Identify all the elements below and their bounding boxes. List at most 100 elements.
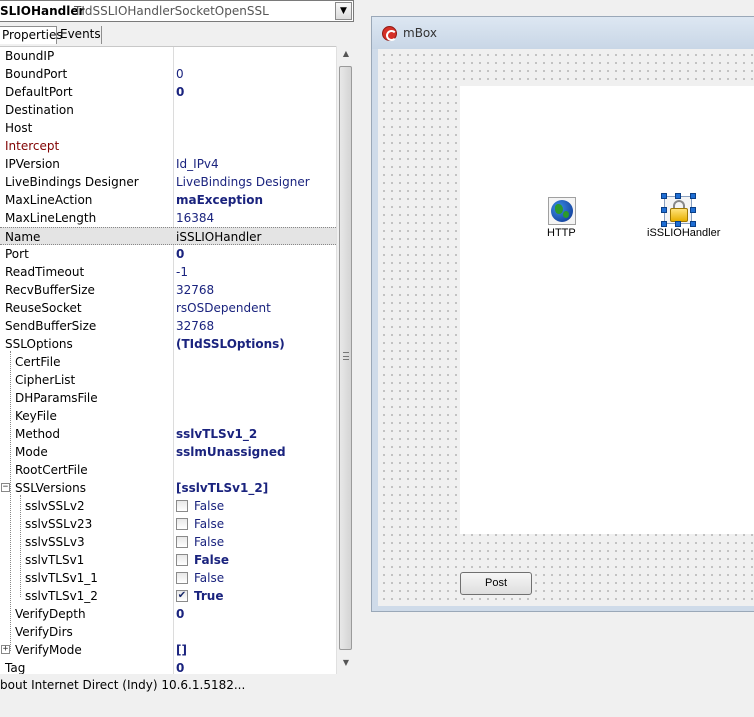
component-name: SLIOHandler — [0, 4, 85, 18]
property-name: DefaultPort — [5, 85, 73, 99]
property-row[interactable]: Mode sslmUnassigned — [0, 443, 336, 461]
property-checkbox[interactable] — [176, 572, 188, 584]
property-row[interactable]: IPVersion Id_IPv4 — [0, 155, 336, 173]
tab-properties[interactable]: Properties — [0, 26, 63, 44]
scroll-down-icon[interactable]: ▼ — [340, 658, 352, 670]
resize-handle-w[interactable] — [661, 207, 667, 213]
property-value[interactable]: [sslvTLSv1_2] — [176, 479, 268, 497]
property-row[interactable]: BoundPort 0 — [0, 65, 336, 83]
property-row[interactable]: Host — [0, 119, 336, 137]
property-row[interactable]: Tag 0 — [0, 659, 336, 674]
property-value[interactable]: sslvTLSv1_2 — [176, 425, 257, 443]
http-component[interactable] — [548, 197, 576, 225]
property-row[interactable]: + VerifyMode [] — [0, 641, 336, 659]
property-row[interactable]: sslvTLSv1 False — [0, 551, 336, 569]
ssl-handler-component[interactable] — [664, 196, 692, 224]
property-value: False — [194, 499, 225, 513]
collapse-icon[interactable]: − — [1, 483, 10, 492]
property-value[interactable]: 0 — [176, 659, 184, 674]
property-row[interactable]: SendBufferSize 32768 — [0, 317, 336, 335]
property-row[interactable]: sslvTLSv1_1 False — [0, 569, 336, 587]
property-value[interactable]: iSSLIOHandler — [176, 228, 262, 246]
property-row[interactable]: CipherList — [0, 371, 336, 389]
property-row[interactable]: ReadTimeout -1 — [0, 263, 336, 281]
property-checkbox[interactable] — [176, 518, 188, 530]
property-name: VerifyDirs — [15, 625, 73, 639]
property-value[interactable]: 32768 — [176, 317, 214, 335]
property-row[interactable]: − SSLVersions [sslvTLSv1_2] — [0, 479, 336, 497]
property-value[interactable]: 16384 — [176, 209, 214, 227]
property-value[interactable]: maException — [176, 191, 263, 209]
property-row[interactable]: DefaultPort 0 — [0, 83, 336, 101]
property-checkbox[interactable] — [176, 500, 188, 512]
property-row[interactable]: sslvSSLv3 False — [0, 533, 336, 551]
property-row[interactable]: BoundIP — [0, 47, 336, 65]
scroll-up-icon[interactable]: ▲ — [340, 49, 352, 61]
scrollbar-thumb[interactable] — [339, 66, 352, 650]
form-title-bar[interactable]: mBox — [372, 17, 754, 49]
resize-handle-ne[interactable] — [690, 193, 696, 199]
expand-icon[interactable]: + — [1, 645, 10, 654]
chevron-down-icon[interactable]: ▼ — [335, 2, 352, 20]
ssl-handler-component-label: iSSLIOHandler — [647, 227, 721, 239]
property-value[interactable]: 0 — [176, 83, 184, 101]
property-value[interactable]: (TIdSSLOptions) — [176, 335, 285, 353]
property-name: Name — [5, 230, 41, 244]
property-value[interactable]: [] — [176, 641, 187, 659]
web-browser-panel[interactable] — [460, 86, 754, 534]
property-value[interactable]: 0 — [176, 605, 184, 623]
property-row[interactable]: LiveBindings Designer LiveBindings Design… — [0, 173, 336, 191]
property-row[interactable]: VerifyDepth 0 — [0, 605, 336, 623]
property-value[interactable]: rsOSDependent — [176, 299, 271, 317]
property-row[interactable]: MaxLineLength 16384 — [0, 209, 336, 227]
property-row[interactable]: RootCertFile — [0, 461, 336, 479]
property-name: ReuseSocket — [5, 301, 82, 315]
http-component-label: HTTP — [547, 227, 576, 239]
property-name: RecvBufferSize — [5, 283, 95, 297]
property-value[interactable]: Id_IPv4 — [176, 155, 219, 173]
property-value[interactable]: 0 — [176, 245, 184, 263]
resize-handle-e[interactable] — [690, 207, 696, 213]
component-selector[interactable]: SLIOHandler TIdSSLIOHandlerSocketOpenSSL… — [0, 0, 354, 22]
property-row[interactable]: KeyFile — [0, 407, 336, 425]
vertical-scrollbar[interactable]: ▲ ▼ — [336, 46, 354, 674]
property-row[interactable]: Name iSSLIOHandler — [0, 227, 336, 245]
property-row[interactable]: MaxLineAction maException — [0, 191, 336, 209]
property-name: DHParamsFile — [15, 391, 98, 405]
resize-handle-nw[interactable] — [661, 193, 667, 199]
form-client-area[interactable] — [378, 49, 754, 606]
property-name: sslvTLSv1 — [25, 553, 85, 567]
property-value[interactable]: 0 — [176, 65, 184, 83]
property-row[interactable]: VerifyDirs — [0, 623, 336, 641]
property-name: sslvSSLv2 — [25, 499, 85, 513]
property-row[interactable]: sslvSSLv23 False — [0, 515, 336, 533]
property-value[interactable]: 32768 — [176, 281, 214, 299]
property-row[interactable]: sslvSSLv2 False — [0, 497, 336, 515]
property-name: sslvSSLv23 — [25, 517, 93, 531]
property-row[interactable]: Port 0 — [0, 245, 336, 263]
property-row[interactable]: Destination — [0, 101, 336, 119]
resize-handle-n[interactable] — [675, 193, 681, 199]
tab-events[interactable]: Events — [58, 26, 102, 44]
property-row[interactable]: Method sslvTLSv1_2 — [0, 425, 336, 443]
property-name: IPVersion — [5, 157, 60, 171]
property-name: Method — [15, 427, 61, 441]
form-window[interactable]: mBox — [371, 16, 754, 612]
property-checkbox[interactable] — [176, 536, 188, 548]
property-row[interactable]: RecvBufferSize 32768 — [0, 281, 336, 299]
property-row[interactable]: sslvTLSv1_2 ✔ True — [0, 587, 336, 605]
property-row[interactable]: SSLOptions (TIdSSLOptions) — [0, 335, 336, 353]
property-value: False — [194, 535, 225, 549]
property-row[interactable]: CertFile — [0, 353, 336, 371]
property-row[interactable]: DHParamsFile — [0, 389, 336, 407]
property-checkbox[interactable]: ✔ — [176, 590, 188, 602]
property-name: sslvSSLv3 — [25, 535, 85, 549]
property-checkbox[interactable] — [176, 554, 188, 566]
property-row[interactable]: ReuseSocket rsOSDependent — [0, 299, 336, 317]
property-row[interactable]: Intercept — [0, 137, 336, 155]
property-name: SSLOptions — [5, 337, 73, 351]
property-value[interactable]: LiveBindings Designer — [176, 173, 310, 191]
property-value[interactable]: sslmUnassigned — [176, 443, 286, 461]
property-value[interactable]: -1 — [176, 263, 188, 281]
post-button[interactable]: Post — [460, 572, 532, 595]
